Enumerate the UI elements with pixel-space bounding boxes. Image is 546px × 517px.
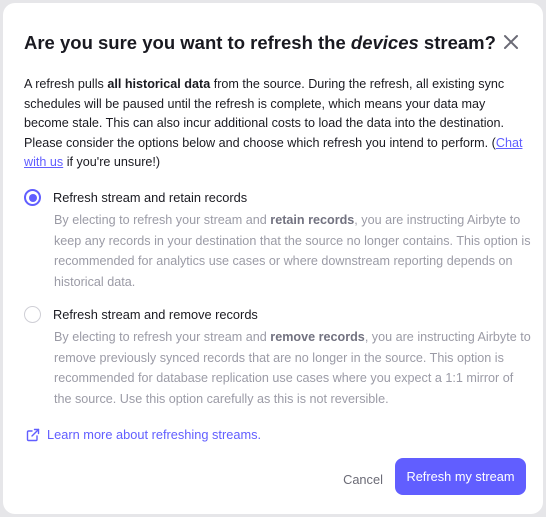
dialog-title: Are you sure you want to refresh the dev…	[24, 32, 496, 54]
intro-emphasis: all historical data	[107, 77, 211, 91]
option-desc-text-1: By electing to refresh your stream and	[54, 330, 271, 344]
radio-retain-records[interactable]	[24, 189, 41, 206]
option-desc-emphasis: retain records	[270, 213, 355, 227]
refresh-stream-dialog: Are you sure you want to refresh the dev…	[3, 3, 543, 514]
option-description-remove-records: By electing to refresh your stream and r…	[54, 327, 534, 409]
learn-more-label: Learn more about refreshing streams.	[47, 427, 262, 442]
learn-more-link[interactable]: Learn more about refreshing streams.	[26, 427, 261, 442]
title-stream-name: devices	[350, 32, 419, 53]
close-icon	[504, 35, 518, 49]
option-retain-records: Refresh stream and retain records By ele…	[24, 189, 531, 299]
intro-text-3: if you're unsure!)	[63, 155, 161, 169]
option-label-retain-records[interactable]: Refresh stream and retain records	[53, 189, 247, 206]
option-desc-emphasis: remove records	[270, 330, 365, 344]
refresh-my-stream-button[interactable]: Refresh my stream	[395, 458, 526, 495]
option-remove-records: Refresh stream and remove records By ele…	[24, 306, 531, 416]
option-description-retain-records: By electing to refresh your stream and r…	[54, 210, 534, 292]
title-prefix: Are you sure you want to refresh the	[24, 32, 351, 53]
external-link-icon	[26, 428, 40, 441]
option-desc-text-1: By electing to refresh your stream and	[54, 213, 271, 227]
cancel-button[interactable]: Cancel	[333, 461, 393, 497]
intro-text-1: A refresh pulls	[24, 77, 108, 91]
option-label-remove-records[interactable]: Refresh stream and remove records	[53, 306, 258, 323]
radio-remove-records[interactable]	[24, 306, 41, 323]
close-button[interactable]	[500, 31, 522, 53]
dialog-description: A refresh pulls all historical data from…	[24, 75, 529, 173]
title-suffix: stream?	[418, 32, 496, 53]
